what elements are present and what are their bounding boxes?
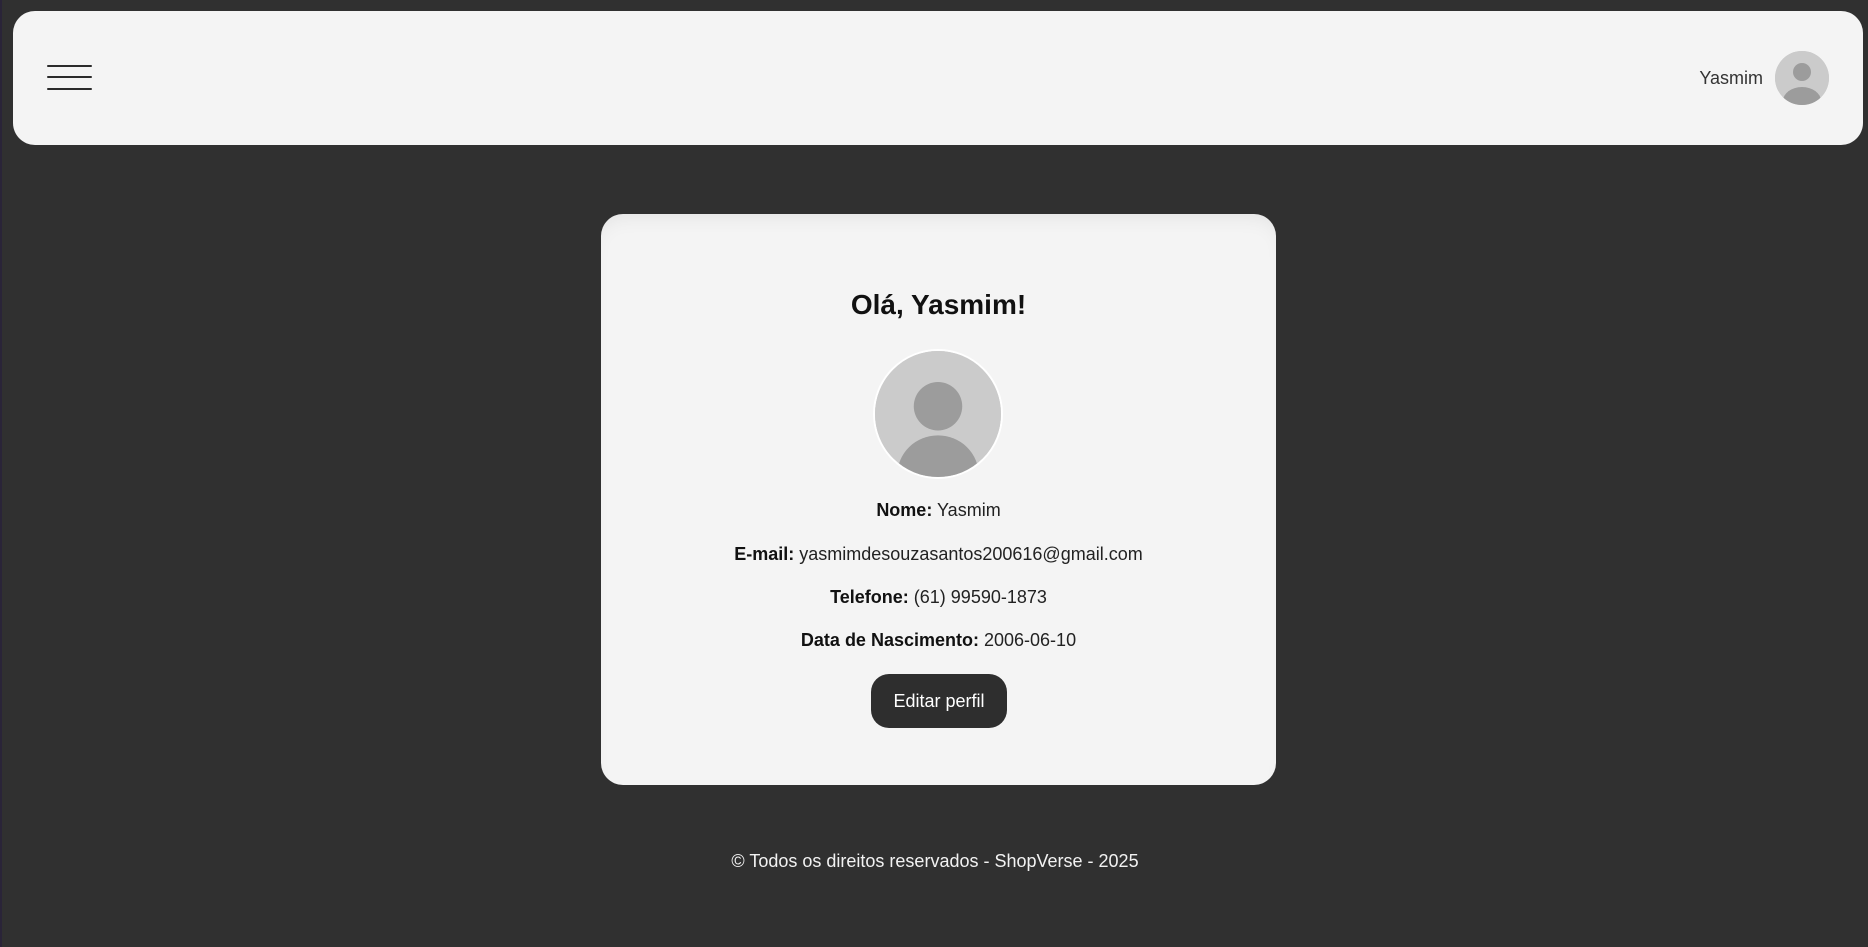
- birth-date-field: Data de Nascimento: 2006-06-10: [601, 630, 1276, 651]
- birth-date-value: 2006-06-10: [984, 630, 1077, 650]
- menu-bar: [47, 76, 92, 78]
- name-label: Nome:: [876, 500, 933, 520]
- menu-bar: [47, 88, 92, 90]
- email-value: yasmimdesouzasantos200616@gmail.com: [799, 544, 1143, 564]
- footer-copyright: © Todos os direitos reservados - ShopVer…: [731, 851, 1139, 871]
- profile-greeting: Olá, Yasmim!: [850, 289, 1027, 320]
- user-menu[interactable]: Yasmim: [1699, 50, 1829, 106]
- hamburger-menu-icon[interactable]: [47, 61, 93, 95]
- profile-card: Olá, Yasmim! Nome: Yasmim E-mail: yasmim…: [601, 214, 1276, 785]
- name-value: Yasmim: [937, 500, 1001, 520]
- user-avatar-icon[interactable]: [1775, 51, 1829, 105]
- birth-date-label: Data de Nascimento:: [800, 630, 979, 650]
- name-field: Nome: Yasmim: [601, 500, 1276, 521]
- header-user-name: Yasmim: [1699, 67, 1763, 88]
- edit-profile-button[interactable]: Editar perfil: [871, 674, 1007, 728]
- avatar-silhouette: [1775, 51, 1829, 105]
- top-header: Yasmim: [13, 11, 1863, 145]
- email-label: E-mail:: [734, 544, 795, 564]
- phone-value: (61) 99590-1873: [913, 587, 1047, 607]
- email-field: E-mail: yasmimdesouzasantos200616@gmail.…: [601, 544, 1276, 565]
- phone-label: Telefone:: [830, 587, 909, 607]
- menu-bar: [47, 65, 92, 67]
- phone-field: Telefone: (61) 99590-1873: [601, 587, 1276, 608]
- profile-avatar-icon: [873, 349, 1003, 479]
- avatar-silhouette: [875, 351, 1001, 477]
